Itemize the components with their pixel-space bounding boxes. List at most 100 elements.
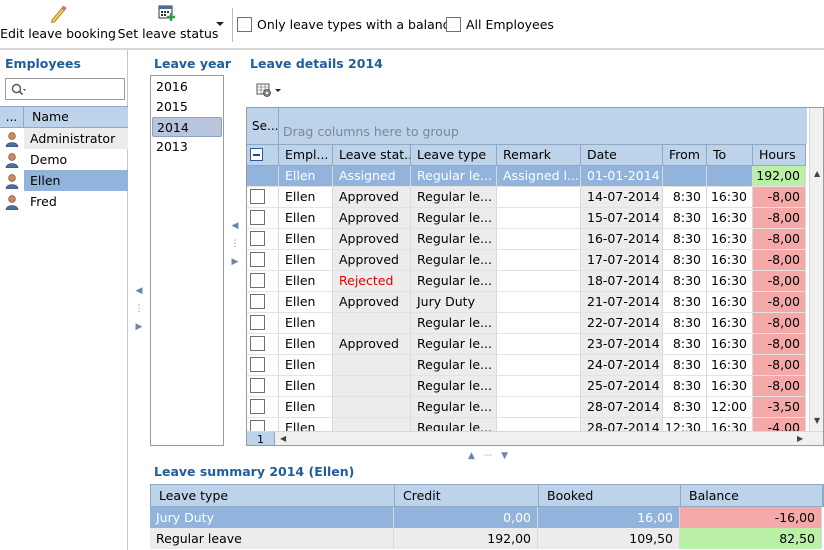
row-select-cell[interactable] [247,166,279,187]
cell-remark [497,229,581,250]
row-checkbox[interactable] [250,294,265,309]
summary-column-header-0[interactable]: Leave type [151,485,395,506]
row-select-cell[interactable] [247,334,279,355]
leave-year-item[interactable]: 2013 [152,137,222,157]
cell-status [333,376,411,397]
row-checkbox[interactable] [250,252,265,267]
details-column-header-6[interactable]: To [707,145,753,165]
table-row[interactable]: Ellen Rejected Regular le... 18-07-2014 8:30… [247,271,806,292]
details-horizontal-scrollbar[interactable]: 1 ◀ ▶ [247,431,823,445]
leave-year-item[interactable]: 2016 [152,77,222,97]
row-select-cell[interactable] [247,250,279,271]
row-checkbox[interactable] [250,399,265,414]
details-vertical-scrollbar[interactable]: ▲ ▼ [809,108,823,431]
leave-details-grid: Se... Drag columns here to group Empl...… [246,107,824,446]
splitter-grip-middle[interactable]: ◀ ⋮ ▶ [230,222,240,267]
row-checkbox[interactable] [250,315,265,330]
row-checkbox[interactable] [250,210,265,225]
table-row[interactable]: Ellen Approved Regular le... 16-07-2014 8:30… [247,229,806,250]
row-select-cell[interactable] [247,187,279,208]
cell-hours: -8,00 [753,208,806,229]
row-checkbox[interactable] [250,357,265,372]
table-row[interactable]: Ellen Regular le... 28-07-2014 8:30 12:00 -3,… [247,397,806,418]
select-column-header[interactable]: Se... [247,108,279,144]
edit-leave-booking-button[interactable]: Edit leave booking [0,4,116,46]
row-select-cell[interactable] [247,376,279,397]
scroll-down-icon[interactable]: ▼ [814,416,820,425]
employee-column-name[interactable]: Name [24,107,128,127]
cell-status: Approved [333,292,411,313]
employee-avatar [0,131,24,147]
summary-cell-booked: 109,50 [538,528,680,549]
table-row[interactable]: Ellen Regular le... 24-07-2014 8:30 16:30 -8,… [247,355,806,376]
employee-avatar [0,173,24,189]
summary-column-header-3[interactable]: Balance [681,485,823,506]
employee-row[interactable]: Fred [0,191,128,212]
employee-row[interactable]: Ellen [0,170,128,191]
summary-column-header-1[interactable]: Credit [395,485,539,506]
row-select-cell[interactable] [247,229,279,250]
table-row[interactable]: Ellen Approved Regular le... 15-07-2014 8:30… [247,208,806,229]
person-icon [5,173,19,189]
row-checkbox[interactable] [250,336,265,351]
leave-year-item[interactable]: 2014 [152,117,222,137]
table-row[interactable]: Ellen Approved Regular le... 23-07-2014 8:30… [247,334,806,355]
row-checkbox[interactable] [250,189,265,204]
details-column-header-5[interactable]: From [663,145,707,165]
cell-employee: Ellen [279,376,333,397]
all-employees-checkbox[interactable]: All Employees [446,17,554,32]
row-select-cell[interactable] [247,271,279,292]
row-select-cell[interactable] [247,313,279,334]
employee-row[interactable]: Administrator [0,128,128,149]
row-select-cell[interactable] [247,208,279,229]
collapse-icon[interactable] [250,148,263,161]
leave-year-item[interactable]: 2015 [152,97,222,117]
splitter-grip-left[interactable]: ◀ ⋮ ▶ [134,287,144,332]
details-column-header-1[interactable]: Leave stat... [333,145,411,165]
scroll-left-icon[interactable]: ◀ [280,434,286,443]
row-select-cell[interactable] [247,292,279,313]
cell-hours: -8,00 [753,250,806,271]
summary-column-header-2[interactable]: Booked [539,485,681,506]
cell-remark [497,292,581,313]
grid-options-button[interactable] [256,82,282,101]
details-column-header-7[interactable]: Hours [753,145,806,165]
scroll-right-icon[interactable]: ▶ [797,434,803,443]
cell-employee: Ellen [279,229,333,250]
cell-date: 22-07-2014 [581,313,663,334]
summary-cell-booked: 16,00 [538,507,680,528]
set-leave-status-button[interactable]: Set leave status [118,4,218,46]
splitter-grip-bottom[interactable]: ▲ ⋯ ▼ [456,452,520,461]
row-checkbox[interactable] [250,231,265,246]
details-column-header-0[interactable]: Empl... [279,145,333,165]
table-row[interactable]: Ellen Regular le... 25-07-2014 8:30 16:30 -8,… [247,376,806,397]
only-balance-checkbox[interactable]: Only leave types with a balance [237,17,457,32]
table-row[interactable]: Ellen Approved Regular le... 14-07-2014 8:30… [247,187,806,208]
details-column-header-2[interactable]: Leave type [411,145,497,165]
all-employees-checkbox-box[interactable] [446,17,461,32]
row-select-cell[interactable] [247,397,279,418]
row-select-cell[interactable] [247,355,279,376]
details-column-header-3[interactable]: Remark [497,145,581,165]
row-checkbox[interactable] [250,273,265,288]
only-balance-checkbox-box[interactable] [237,17,252,32]
employee-row[interactable]: Demo [0,149,128,170]
cell-date: 23-07-2014 [581,334,663,355]
cell-hours: -8,00 [753,376,806,397]
row-checkbox[interactable] [250,378,265,393]
group-by-area[interactable]: Se... Drag columns here to group [247,108,807,144]
table-row[interactable]: Ellen Regular le... 22-07-2014 8:30 16:30 -8,… [247,313,806,334]
employee-search-input[interactable] [5,78,125,100]
set-leave-status-dropdown-icon[interactable] [216,22,224,26]
summary-row[interactable]: Regular leave 192,00 109,50 82,50 [150,528,824,549]
details-column-header-4[interactable]: Date [581,145,663,165]
scroll-up-icon[interactable]: ▲ [814,169,820,178]
summary-row[interactable]: Jury Duty 0,00 16,00 -16,00 [150,507,824,528]
employee-column-selector[interactable]: ... [0,107,24,127]
table-row[interactable]: Ellen Approved Regular le... 17-07-2014 8:30… [247,250,806,271]
select-all-toggle[interactable] [247,145,279,165]
cell-date: 28-07-2014 [581,397,663,418]
cell-remark: Assigned l... [497,166,581,187]
table-row[interactable]: Ellen Approved Jury Duty 21-07-2014 8:30 16:3… [247,292,806,313]
table-row[interactable]: Ellen Assigned Regular le... Assigned l... 0… [247,166,806,187]
